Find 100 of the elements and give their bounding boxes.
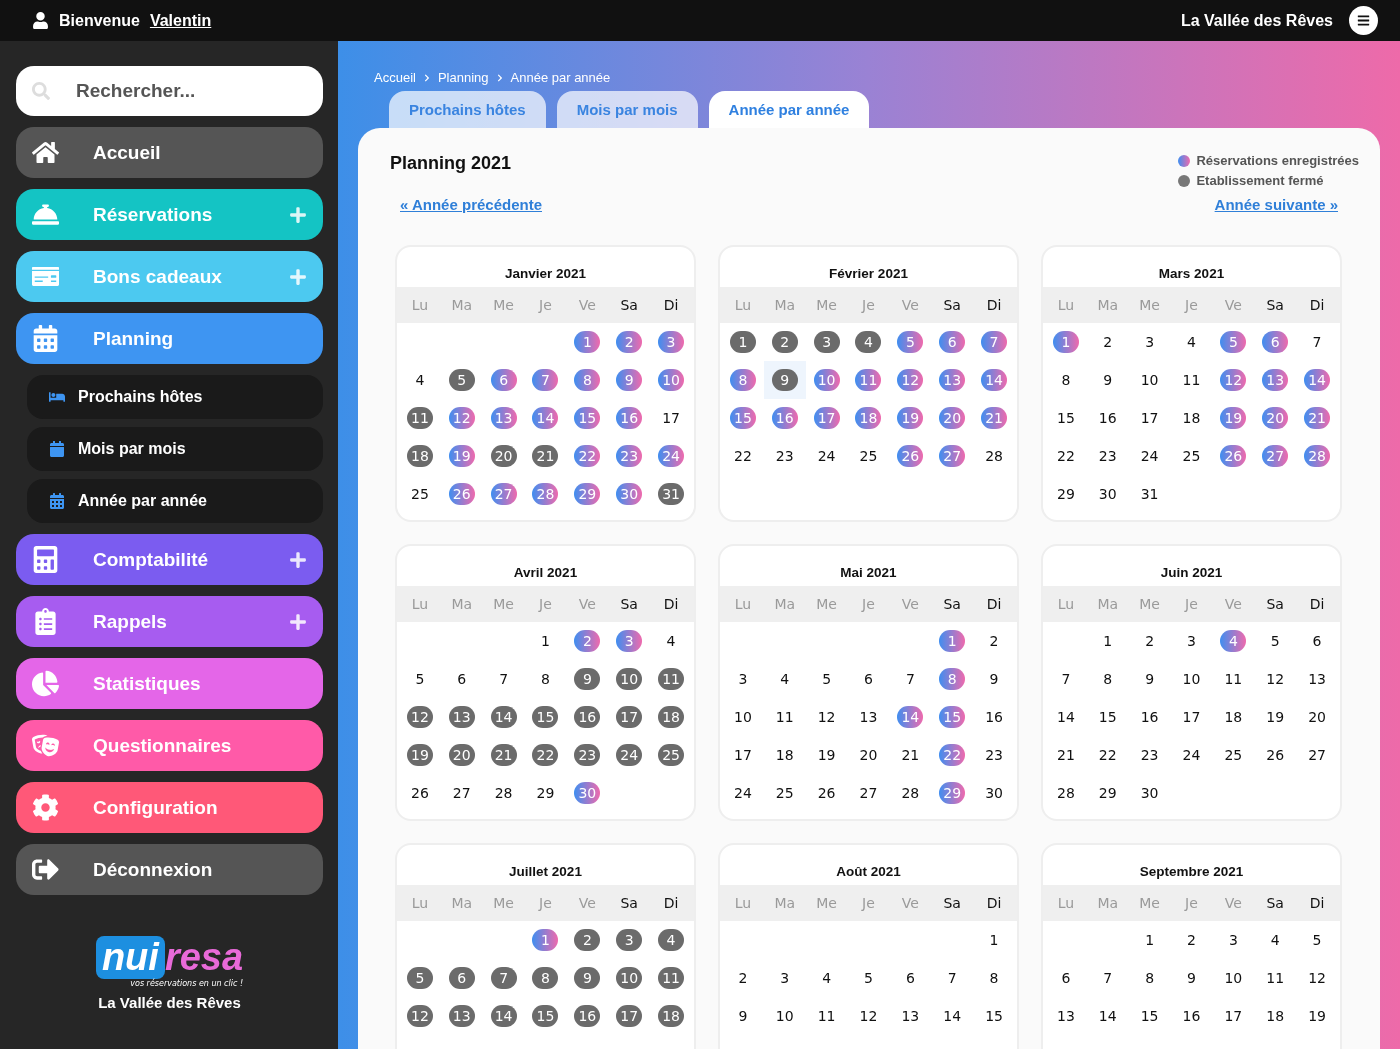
calendar-day[interactable]: 9 <box>729 1005 756 1027</box>
calendar-day[interactable]: 15 <box>532 1005 559 1027</box>
calendar-day[interactable]: 5 <box>1262 630 1289 652</box>
calendar-day[interactable]: 11 <box>771 706 798 728</box>
calendar-day[interactable]: 2 <box>1178 929 1205 951</box>
search-field[interactable]: Rechercher... <box>16 66 323 116</box>
calendar-day[interactable]: 20 <box>855 744 882 766</box>
calendar-day[interactable]: 14 <box>490 1005 517 1027</box>
calendar-day[interactable]: 4 <box>1262 929 1289 951</box>
calendar-day[interactable]: 14 <box>1094 1005 1121 1027</box>
calendar-day[interactable]: 9 <box>771 369 798 391</box>
calendar-day[interactable]: 15 <box>1052 407 1079 429</box>
calendar-day[interactable]: 3 <box>813 331 840 353</box>
calendar-day[interactable]: 14 <box>1052 706 1079 728</box>
calendar-day[interactable]: 12 <box>1262 668 1289 690</box>
calendar-day[interactable]: 7 <box>490 668 517 690</box>
calendar-day[interactable]: 29 <box>1052 483 1079 505</box>
calendar-day[interactable]: 13 <box>897 1005 924 1027</box>
calendar-day[interactable]: 4 <box>658 929 685 951</box>
calendar-day[interactable]: 3 <box>729 668 756 690</box>
calendar-day[interactable]: 10 <box>1220 967 1247 989</box>
calendar-day[interactable]: 10 <box>616 668 643 690</box>
calendar-day[interactable]: 4 <box>813 967 840 989</box>
calendar-day[interactable]: 11 <box>1178 369 1205 391</box>
calendar-day[interactable]: 28 <box>981 445 1008 467</box>
calendar-day[interactable]: 3 <box>1136 331 1163 353</box>
calendar-day[interactable]: 5 <box>855 967 882 989</box>
calendar-day[interactable]: 7 <box>490 967 517 989</box>
calendar-day[interactable]: 23 <box>1094 445 1121 467</box>
calendar-day[interactable]: 12 <box>855 1005 882 1027</box>
calendar-day[interactable]: 10 <box>1178 668 1205 690</box>
calendar-day[interactable]: 5 <box>406 668 433 690</box>
calendar-day[interactable]: 18 <box>1220 706 1247 728</box>
calendar-day[interactable]: 9 <box>574 967 601 989</box>
calendar-day[interactable]: 15 <box>1136 1005 1163 1027</box>
calendar-day[interactable]: 27 <box>1304 744 1331 766</box>
calendar-day[interactable]: 1 <box>981 929 1008 951</box>
calendar-day[interactable]: 30 <box>981 782 1008 804</box>
calendar-day[interactable]: 14 <box>490 706 517 728</box>
calendar-day[interactable]: 25 <box>1220 744 1247 766</box>
nav-subitem[interactable]: Prochains hôtes <box>27 375 323 419</box>
nav-item[interactable]: Déconnexion <box>16 844 323 895</box>
calendar-day[interactable]: 25 <box>406 483 433 505</box>
calendar-day[interactable]: 6 <box>1052 967 1079 989</box>
calendar-day[interactable]: 10 <box>616 967 643 989</box>
calendar-day[interactable]: 23 <box>1136 744 1163 766</box>
nav-item[interactable]: Accueil <box>16 127 323 178</box>
calendar-day[interactable]: 29 <box>532 782 559 804</box>
calendar-day[interactable]: 2 <box>1094 331 1121 353</box>
user-link[interactable]: Valentin <box>149 11 212 30</box>
calendar-day[interactable]: 30 <box>1136 782 1163 804</box>
calendar-day[interactable]: 28 <box>897 782 924 804</box>
calendar-day[interactable]: 5 <box>813 668 840 690</box>
calendar-day[interactable]: 11 <box>658 967 685 989</box>
calendar-day[interactable]: 13 <box>1052 1005 1079 1027</box>
calendar-day[interactable]: 24 <box>729 782 756 804</box>
calendar-day[interactable]: 19 <box>406 744 433 766</box>
calendar-day[interactable]: 8 <box>981 967 1008 989</box>
calendar-day[interactable]: 17 <box>616 706 643 728</box>
calendar-day[interactable]: 17 <box>729 744 756 766</box>
nav-subitem[interactable]: Année par année <box>27 479 323 523</box>
calendar-day[interactable]: 17 <box>1178 706 1205 728</box>
calendar-day[interactable]: 16 <box>574 1005 601 1027</box>
calendar-day[interactable]: 2 <box>729 967 756 989</box>
calendar-day[interactable]: 1 <box>1136 929 1163 951</box>
calendar-day[interactable]: 25 <box>1178 445 1205 467</box>
calendar-day[interactable]: 28 <box>490 782 517 804</box>
calendar-day[interactable]: 2 <box>1136 630 1163 652</box>
calendar-day[interactable]: 12 <box>406 1005 433 1027</box>
calendar-day[interactable]: 16 <box>981 706 1008 728</box>
calendar-day[interactable]: 31 <box>1136 483 1163 505</box>
calendar-day[interactable]: 11 <box>658 668 685 690</box>
calendar-day[interactable]: 30 <box>1094 483 1121 505</box>
calendar-day[interactable]: 29 <box>1094 782 1121 804</box>
calendar-day[interactable]: 24 <box>1178 744 1205 766</box>
calendar-day[interactable]: 26 <box>813 782 840 804</box>
calendar-day[interactable]: 8 <box>532 967 559 989</box>
calendar-day[interactable]: 1 <box>729 331 756 353</box>
calendar-day[interactable]: 13 <box>1304 668 1331 690</box>
calendar-day[interactable]: 3 <box>1178 630 1205 652</box>
calendar-day[interactable]: 18 <box>771 744 798 766</box>
calendar-day[interactable]: 17 <box>658 407 685 429</box>
calendar-day[interactable]: 5 <box>1304 929 1331 951</box>
calendar-day[interactable]: 18 <box>1178 407 1205 429</box>
calendar-day[interactable]: 20 <box>448 744 475 766</box>
calendar-day[interactable]: 11 <box>406 407 433 429</box>
calendar-day[interactable]: 16 <box>1178 1005 1205 1027</box>
calendar-day[interactable]: 4 <box>771 668 798 690</box>
calendar-day[interactable]: 9 <box>1094 369 1121 391</box>
calendar-day[interactable]: 22 <box>1094 744 1121 766</box>
calendar-day[interactable]: 1 <box>532 630 559 652</box>
calendar-day[interactable]: 8 <box>1052 369 1079 391</box>
previous-year-link[interactable]: « Année précédente <box>400 196 542 213</box>
calendar-day[interactable]: 14 <box>939 1005 966 1027</box>
calendar-day[interactable]: 19 <box>1304 1005 1331 1027</box>
calendar-day[interactable]: 9 <box>1178 967 1205 989</box>
tab[interactable]: Année par année <box>708 91 870 128</box>
calendar-day[interactable]: 17 <box>1136 407 1163 429</box>
calendar-day[interactable]: 21 <box>897 744 924 766</box>
calendar-day[interactable]: 20 <box>1304 706 1331 728</box>
